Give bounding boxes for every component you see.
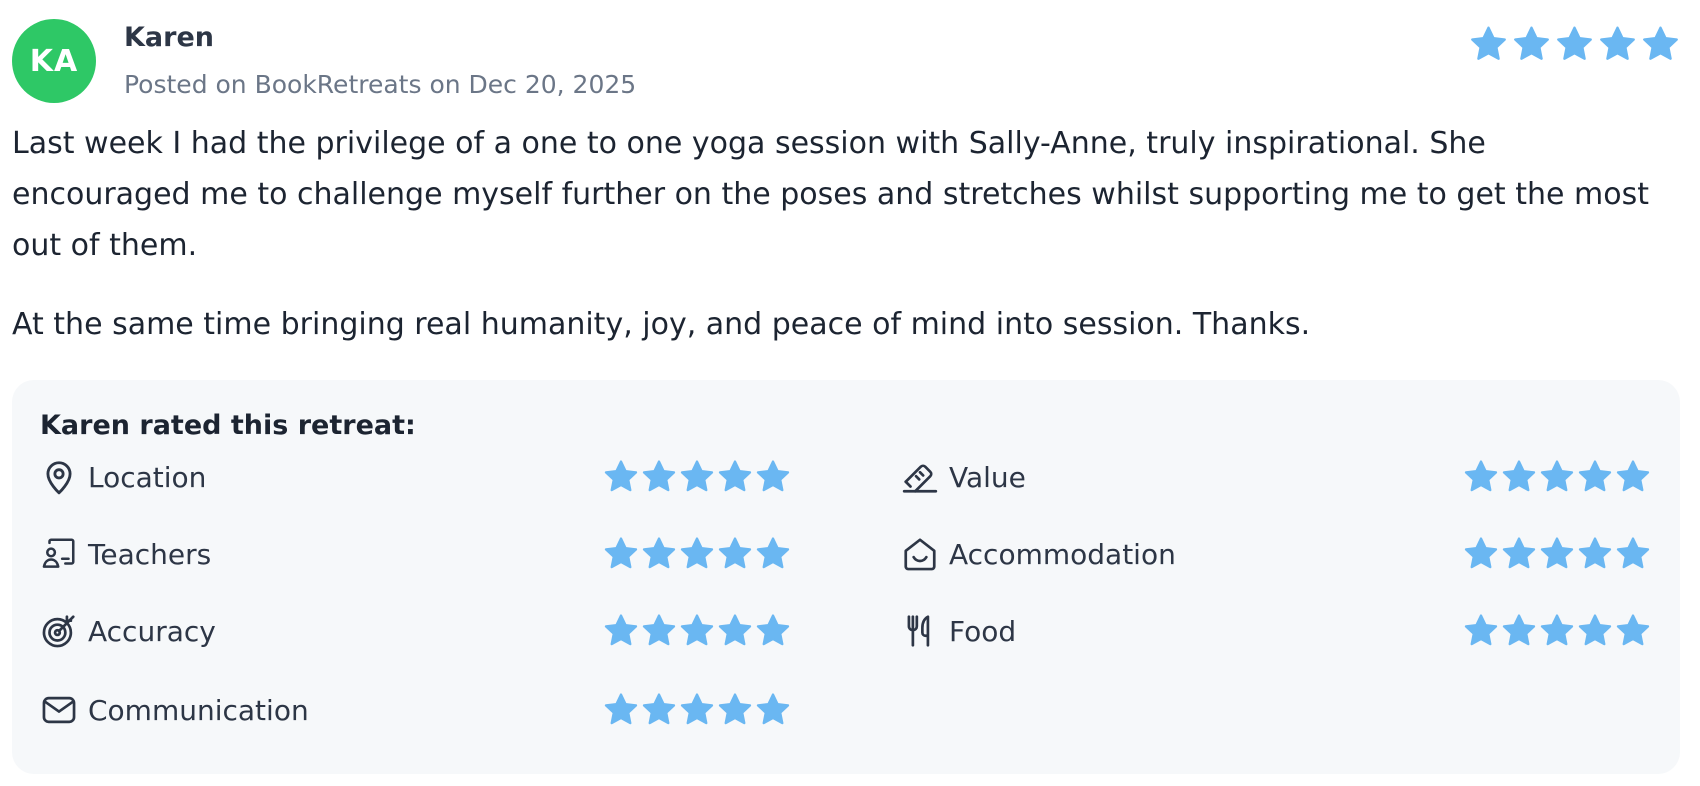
rating-label: Accuracy (88, 614, 216, 648)
star-icon (756, 614, 790, 646)
category-ratings-panel: Karen rated this retreat: Location Teach… (12, 380, 1680, 774)
review-paragraph: At the same time bringing real humanity,… (12, 307, 1311, 342)
rating-stars-location (602, 458, 792, 496)
rating-row-accuracy: Accuracy (40, 610, 216, 652)
price-tag-icon (901, 458, 939, 496)
star-icon (756, 537, 790, 569)
star-icon (1502, 460, 1536, 492)
star-icon (1557, 26, 1592, 60)
star-icon (756, 460, 790, 492)
location-pin-icon (40, 458, 78, 496)
rating-label: Location (88, 460, 207, 494)
rating-label: Accommodation (949, 537, 1176, 571)
star-icon (1578, 537, 1612, 569)
rating-stars-accuracy (602, 612, 792, 650)
review-paragraph: Last week I had the privilege of a one t… (12, 126, 1649, 263)
star-icon (1643, 26, 1678, 60)
star-icon (1540, 460, 1574, 492)
rating-row-accommodation: Accommodation (901, 533, 1176, 575)
rating-stars-teachers (602, 535, 792, 573)
rating-row-food: Food (901, 610, 1016, 652)
avatar: KA (12, 19, 96, 103)
star-icon (604, 693, 638, 725)
rating-stars-accommodation (1462, 535, 1652, 573)
rating-stars-value (1462, 458, 1652, 496)
rating-stars-communication (602, 691, 792, 729)
star-icon (642, 460, 676, 492)
star-icon (1514, 26, 1549, 60)
rating-row-teachers: Teachers (40, 533, 211, 575)
star-icon (756, 693, 790, 725)
star-icon (1464, 460, 1498, 492)
teacher-icon (40, 535, 78, 573)
rating-stars-food (1462, 612, 1652, 650)
review-body: Last week I had the privilege of a one t… (12, 118, 1672, 378)
envelope-icon (40, 691, 78, 729)
star-icon (1540, 614, 1574, 646)
star-icon (718, 614, 752, 646)
star-icon (1616, 460, 1650, 492)
star-icon (1502, 537, 1536, 569)
rating-row-value: Value (901, 456, 1026, 498)
rating-label: Food (949, 614, 1017, 648)
star-icon (680, 614, 714, 646)
star-icon (718, 693, 752, 725)
rating-label: Teachers (88, 537, 212, 571)
posted-date: Posted on BookRetreats on Dec 20, 2025 (124, 70, 637, 99)
star-icon (1464, 614, 1498, 646)
star-icon (680, 460, 714, 492)
star-icon (1464, 537, 1498, 569)
target-icon (40, 612, 78, 650)
star-icon (1578, 460, 1612, 492)
overall-rating-stars (1468, 24, 1681, 65)
rating-row-location: Location (40, 456, 206, 498)
star-icon (718, 537, 752, 569)
star-icon (642, 614, 676, 646)
star-icon (604, 460, 638, 492)
star-icon (1616, 537, 1650, 569)
fork-knife-icon (901, 612, 939, 650)
rating-label: Value (949, 460, 1026, 494)
rating-row-communication: Communication (40, 689, 309, 731)
star-icon (642, 537, 676, 569)
ratings-panel-title: Karen rated this retreat: (40, 410, 416, 441)
star-icon (1616, 614, 1650, 646)
star-icon (1540, 537, 1574, 569)
star-icon (718, 460, 752, 492)
rating-label: Communication (88, 693, 309, 727)
star-icon (604, 614, 638, 646)
star-icon (1502, 614, 1536, 646)
star-icon (642, 693, 676, 725)
star-icon (680, 537, 714, 569)
star-icon (1600, 26, 1635, 60)
star-icon (680, 693, 714, 725)
star-icon (1471, 26, 1506, 60)
star-icon (604, 537, 638, 569)
house-icon (901, 535, 939, 573)
reviewer-name: Karen (124, 22, 214, 53)
star-icon (1578, 614, 1612, 646)
